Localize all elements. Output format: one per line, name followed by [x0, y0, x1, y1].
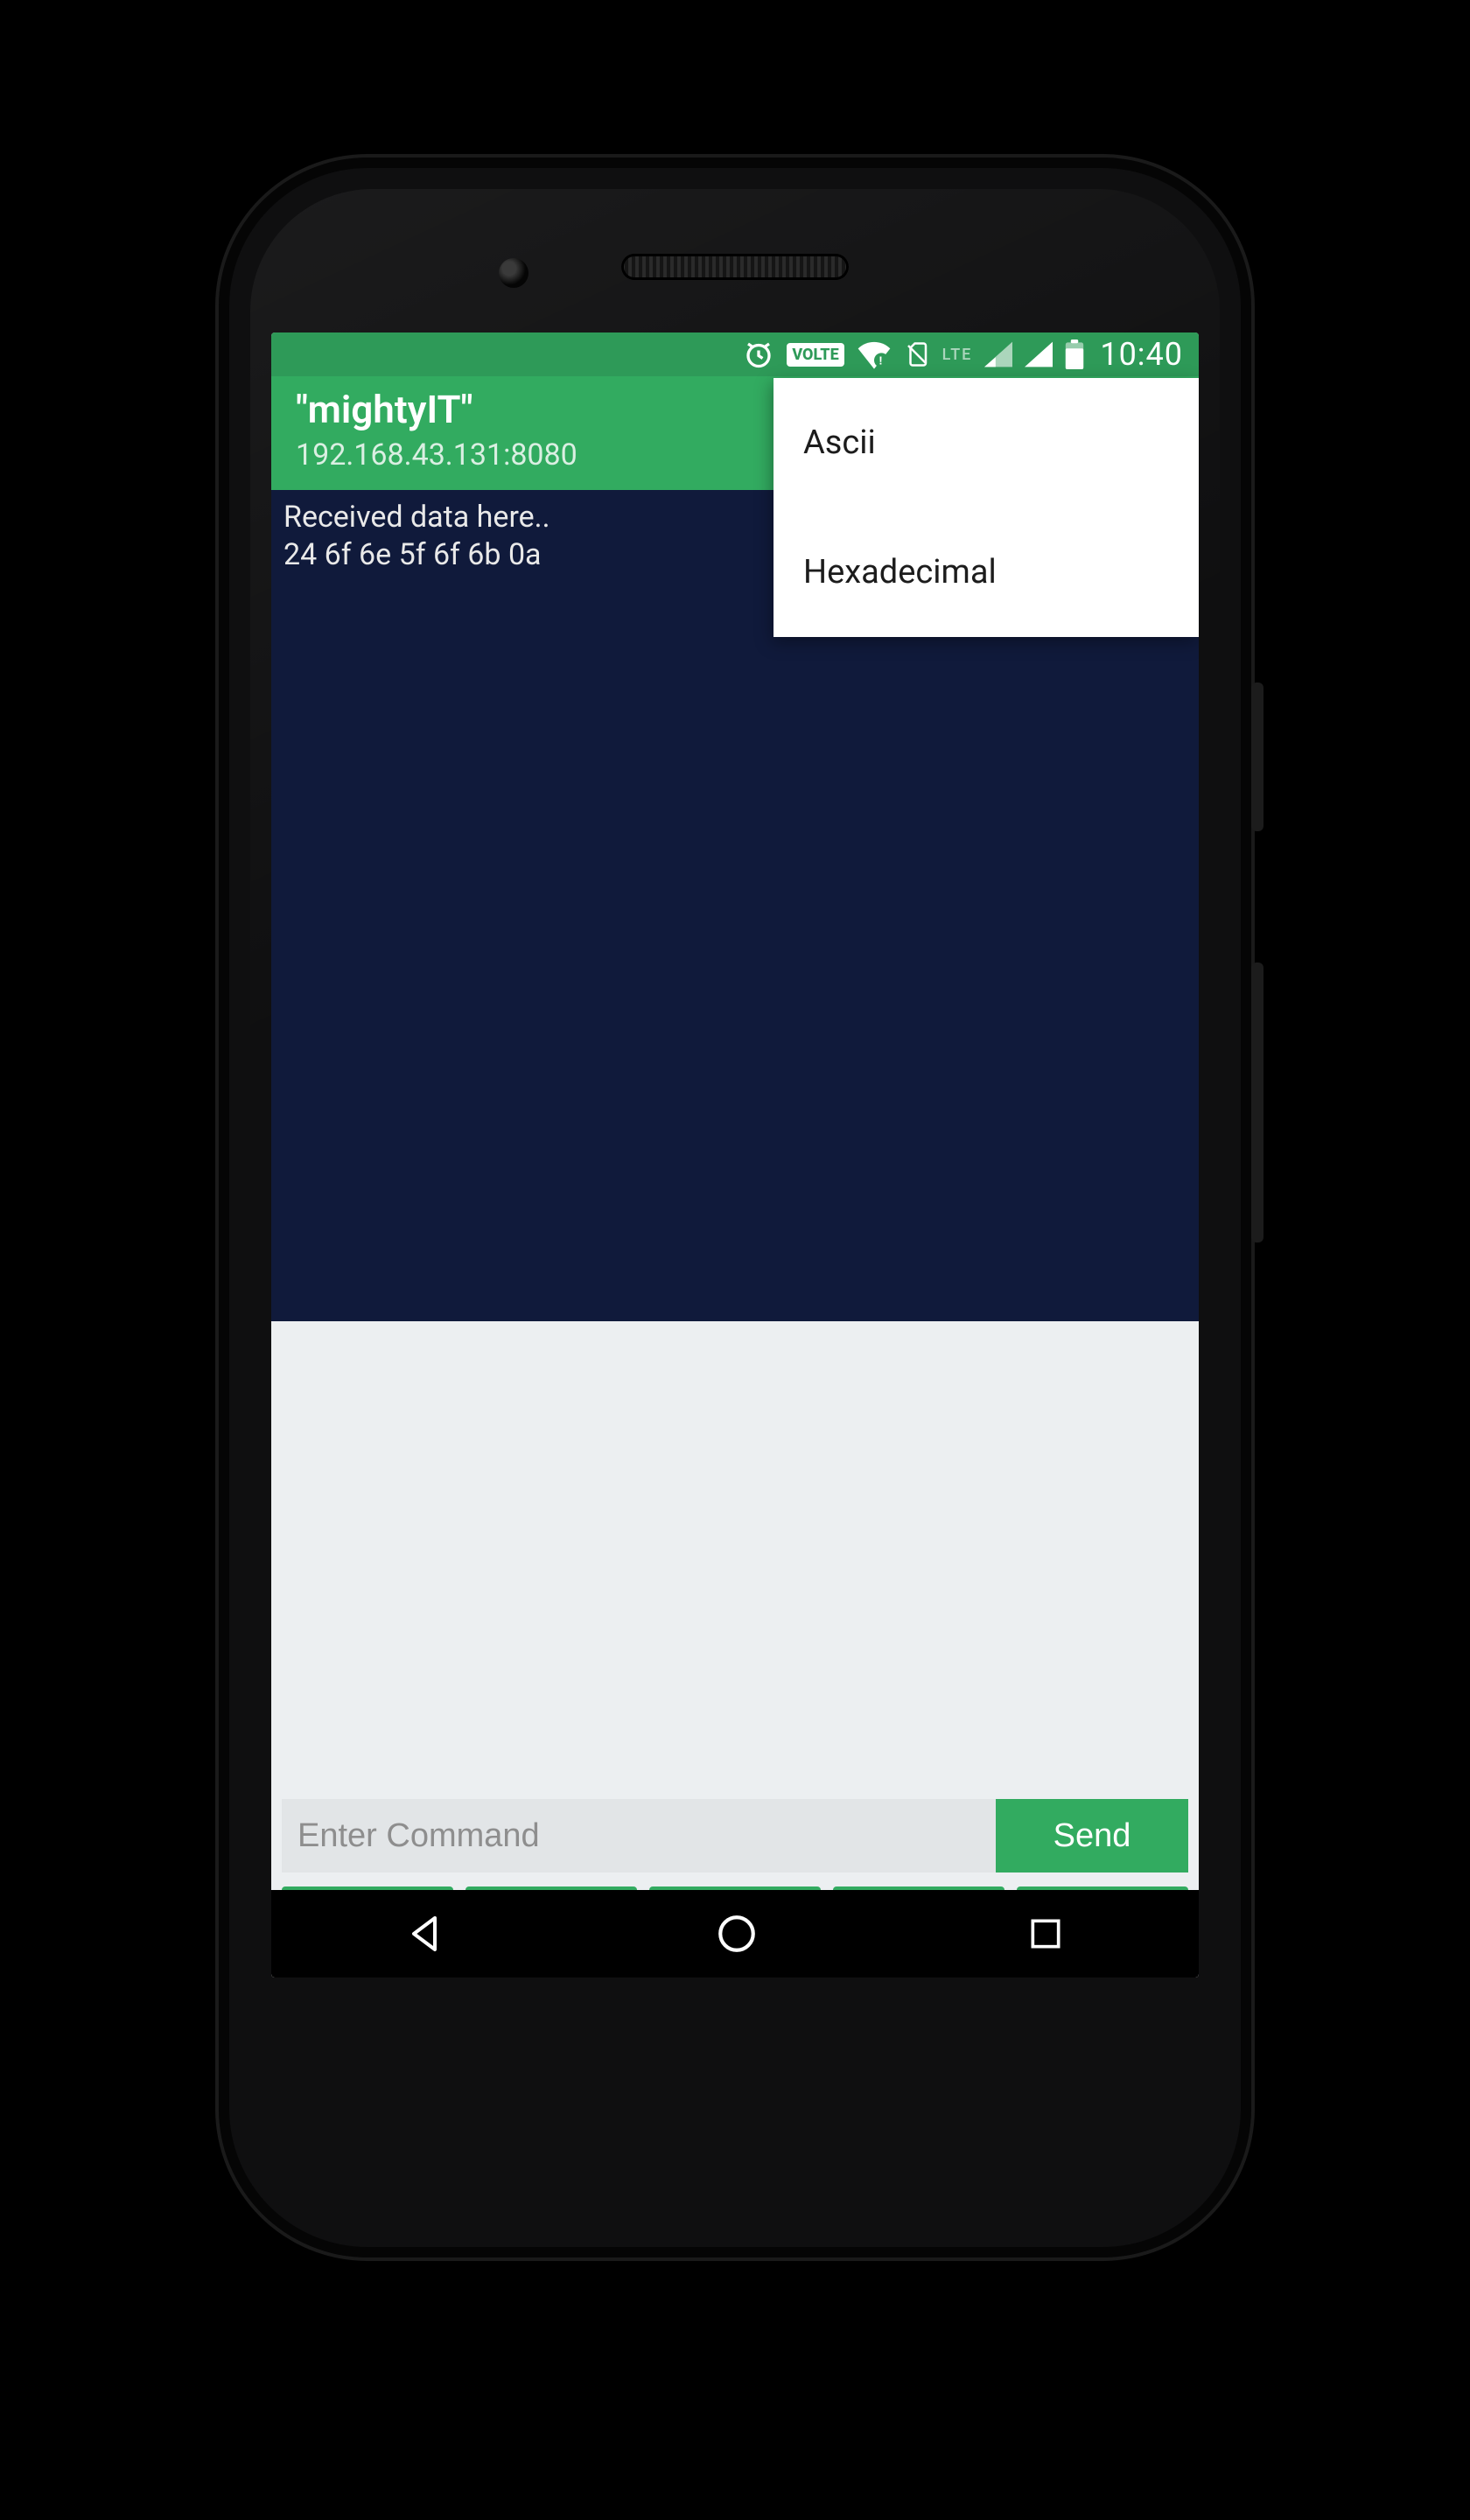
volte-badge: VOLTE — [787, 343, 844, 367]
signal-weak-icon — [984, 341, 1012, 368]
android-nav-bar — [271, 1890, 1199, 1978]
menu-item-hexadecimal[interactable]: Hexadecimal — [774, 508, 1199, 637]
encoding-menu: Ascii Hexadecimal — [774, 378, 1199, 637]
nav-recent-icon[interactable] — [1026, 1914, 1065, 1953]
nav-back-icon[interactable] — [405, 1913, 447, 1955]
network-type-label: LTE — [942, 346, 973, 364]
svg-text:!: ! — [878, 354, 884, 368]
nav-home-icon[interactable] — [715, 1912, 759, 1956]
no-sim-icon — [904, 341, 930, 368]
command-input[interactable] — [282, 1799, 996, 1872]
status-clock: 10:40 — [1100, 336, 1183, 373]
send-button[interactable]: Send — [996, 1799, 1188, 1872]
alarm-icon — [743, 339, 774, 370]
signal-full-icon — [1025, 341, 1053, 368]
wifi-icon: ! — [857, 340, 892, 369]
menu-item-ascii[interactable]: Ascii — [774, 378, 1199, 508]
battery-icon — [1065, 340, 1084, 369]
phone-earpiece — [621, 254, 849, 280]
android-status-bar: VOLTE ! LTE — [271, 332, 1199, 376]
phone-front-camera — [499, 258, 528, 288]
